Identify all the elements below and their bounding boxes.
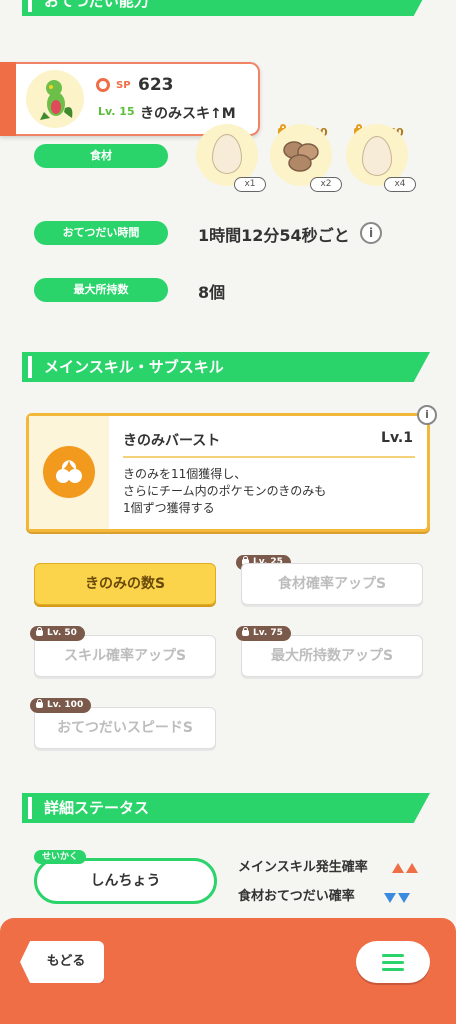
main-skill-desc: きのみを11個獲得し、 さらにチーム内のポケモンのきのみも 1個ずつ獲得する: [123, 466, 326, 517]
egg-icon: [212, 134, 242, 174]
main-skill-info-icon[interactable]: i: [417, 405, 437, 425]
menu-icon: [382, 954, 404, 971]
sp-icon: [96, 78, 110, 92]
sub-skill-1[interactable]: きのみの数S: [34, 563, 216, 605]
main-skill-desc-line1: きのみを11個獲得し、: [123, 467, 247, 481]
help-time-info-icon[interactable]: i: [360, 222, 382, 244]
main-skill-divider: [123, 456, 415, 458]
helping-ability-title: おてつだい能力: [44, 0, 149, 10]
ingredient-qty-1: x1: [234, 177, 266, 192]
ingredient-qty-3: x4: [384, 177, 416, 192]
main-skill-desc-line2: さらにチーム内のポケモンのきのみも: [123, 484, 327, 498]
pokemon-sprite-icon: [40, 80, 73, 120]
egg-icon: [362, 136, 392, 176]
main-skill-desc-line3: 1個ずつ獲得する: [123, 501, 215, 515]
helping-ability-header: おてつだい能力: [22, 0, 430, 16]
help-time-label: おてつだい時間: [34, 221, 168, 245]
card-accent-bar: [0, 62, 16, 136]
details-title: 詳細ステータス: [44, 799, 150, 817]
pokemon-level: Lv. 15: [98, 105, 135, 118]
max-carry-label: 最大所持数: [34, 278, 168, 302]
skills-title: メインスキル・サブスキル: [44, 358, 224, 376]
sp-value: 623: [138, 75, 174, 95]
stat-ingredient-row: 食材おてつだい確率: [238, 885, 355, 904]
lock-icon: [36, 699, 43, 708]
max-carry-value: 8個: [198, 283, 226, 302]
sub-skill-2[interactable]: 食材確率アップS: [241, 563, 423, 605]
stat-ingredient-down-icon: [382, 888, 410, 907]
back-button[interactable]: もどる: [20, 941, 104, 983]
main-skill-icon: [43, 446, 95, 498]
ingredient-qty-2: x2: [310, 177, 342, 192]
berry-burst-icon: [56, 460, 82, 483]
lock-icon: [36, 627, 43, 636]
pokemon-skill-name: きのみスキ↑M: [140, 106, 236, 122]
sp-label: SP: [116, 80, 131, 91]
nature-box[interactable]: しんちょう: [34, 858, 217, 904]
sub-skill-3-unlock: Lv. 50: [30, 626, 85, 641]
stat-ingredient-label: 食材おてつだい確率: [238, 889, 355, 904]
sub-skill-3[interactable]: スキル確率アップS: [34, 635, 216, 677]
menu-button[interactable]: [356, 941, 430, 983]
stat-main-skill-row: メインスキル発生確率: [238, 856, 368, 875]
details-header: 詳細ステータス: [22, 793, 430, 823]
walnut-icon: [283, 141, 319, 172]
nature-value: しんちょう: [90, 873, 161, 889]
sub-skill-5-unlock: Lv. 100: [30, 698, 92, 713]
ingredients-label: 食材: [34, 144, 168, 168]
main-skill-level: Lv.1: [381, 430, 413, 446]
stat-main-skill-up-icon: [390, 858, 418, 877]
header-strip: [22, 0, 26, 16]
sub-skill-4-unlock: Lv. 75: [236, 626, 291, 641]
stat-main-skill-label: メインスキル発生確率: [238, 860, 368, 875]
sub-skill-5[interactable]: おてつだいスピードS: [34, 707, 216, 749]
main-skill-card[interactable]: きのみバースト Lv.1 きのみを11個獲得し、 さらにチーム内のポケモンのきの…: [26, 413, 430, 532]
back-label: もどる: [46, 954, 86, 969]
skills-header: メインスキル・サブスキル: [22, 352, 430, 382]
nature-tag: せいかく: [34, 850, 87, 864]
lock-icon: [242, 627, 249, 636]
main-skill-name: きのみバースト: [123, 433, 221, 449]
sub-skill-4[interactable]: 最大所持数アップS: [241, 635, 423, 677]
help-time-value: 1時間12分54秒ごと: [198, 226, 350, 245]
